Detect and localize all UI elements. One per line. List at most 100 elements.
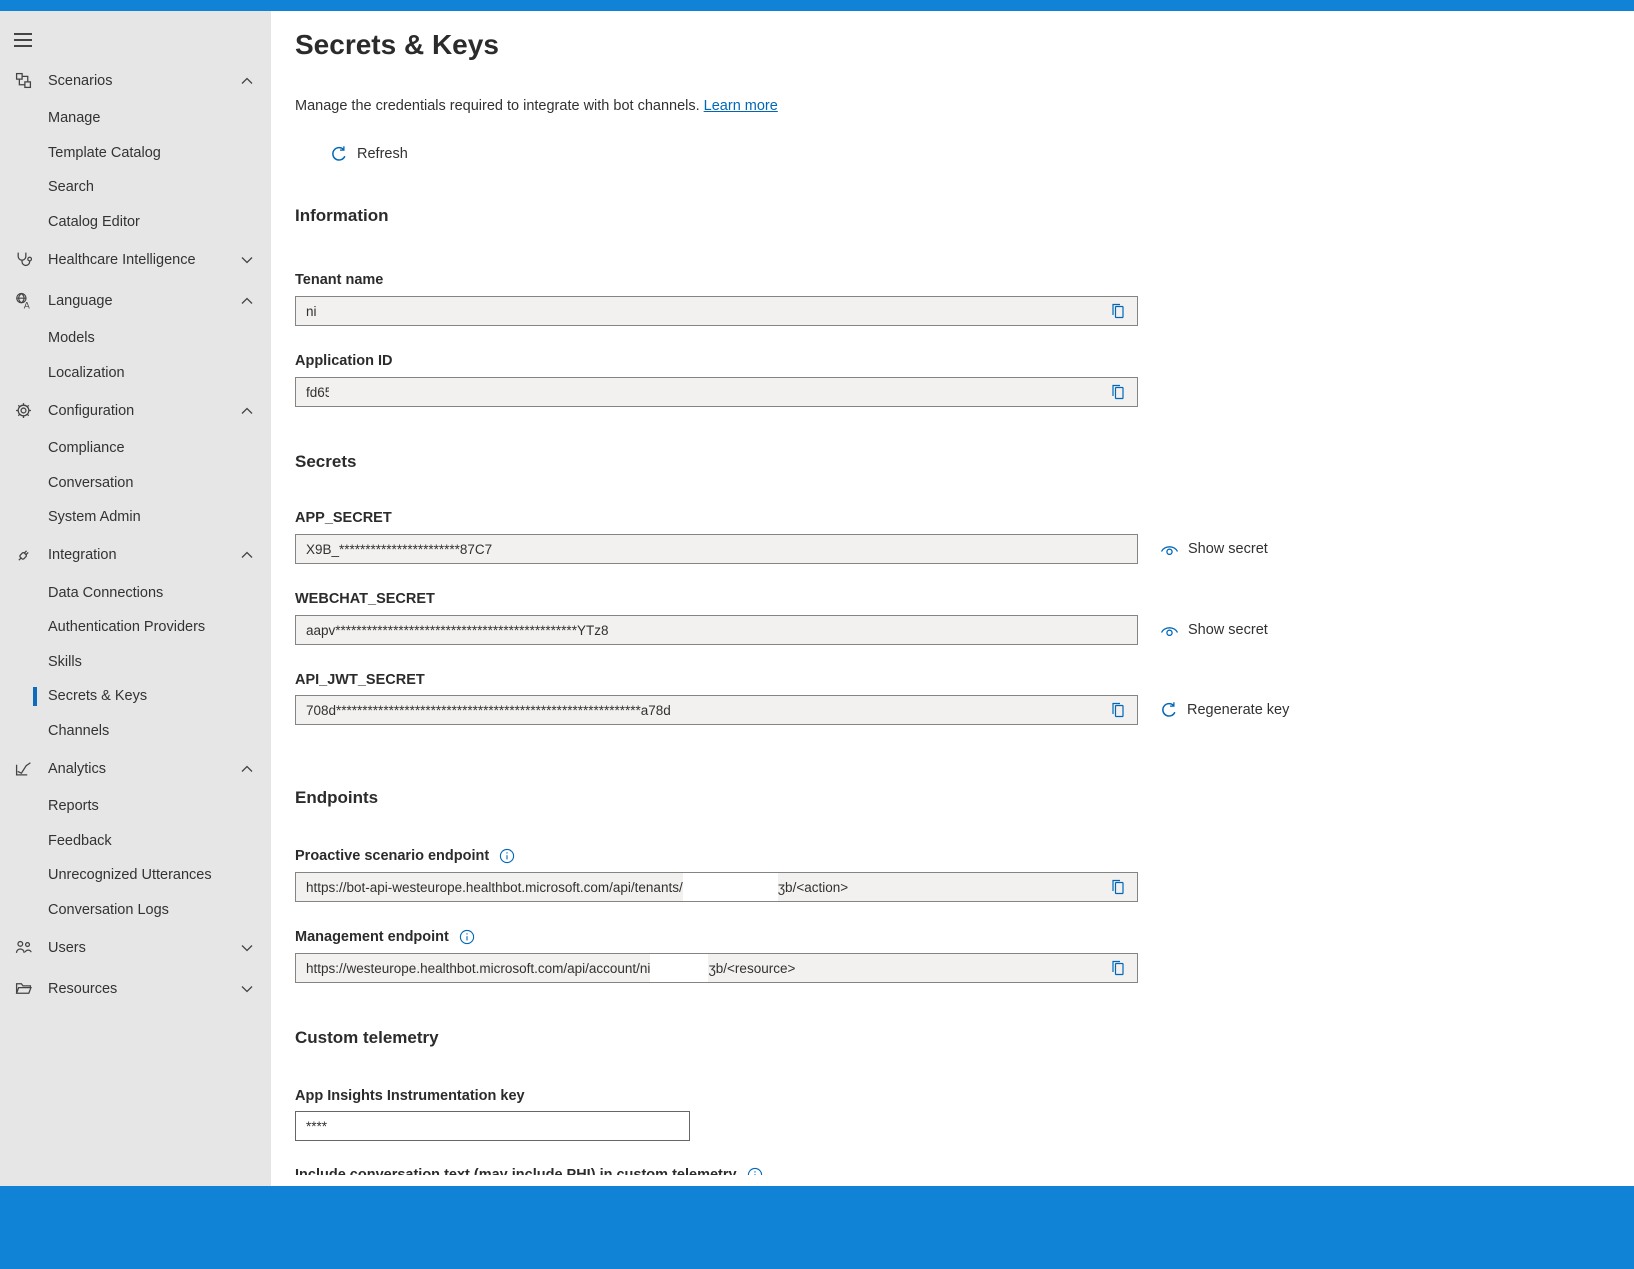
api-jwt-secret-input[interactable]: 708d************************************… [295,695,1138,725]
description-text: Manage the credentials required to integ… [295,98,700,114]
copy-icon[interactable] [1109,959,1127,977]
management-endpoint-input[interactable]: https://westeurope.healthbot.microsoft.c… [295,953,1138,983]
application-id-label: Application ID [295,352,1634,370]
management-endpoint-label: Management endpoint [295,928,1634,946]
sidebar-item-healthcare-intelligence[interactable]: Healthcare Intelligence [0,239,271,280]
proactive-endpoint-prefix: https://bot-api-westeurope.healthbot.mic… [306,880,683,895]
sidebar-item-label: Data Connections [48,585,163,601]
sidebar-item-language[interactable]: A Language [0,280,271,321]
svg-text:A: A [24,300,30,309]
analytics-chart-icon [15,760,32,777]
copy-icon[interactable] [1109,383,1127,401]
sidebar-item-search[interactable]: Search [0,170,271,205]
sidebar-item-channels[interactable]: Channels [0,714,271,749]
application-id-input[interactable]: fd65 [295,377,1138,407]
sidebar-item-label: Search [48,179,94,195]
sidebar-item-manage[interactable]: Manage [0,101,271,136]
sidebar-item-data-connections[interactable]: Data Connections [0,576,271,611]
sidebar-item-label: Integration [48,547,117,563]
copy-icon[interactable] [1109,701,1127,719]
info-icon[interactable] [747,1167,763,1175]
learn-more-link[interactable]: Learn more [704,98,778,114]
webchat-secret-input[interactable]: aapv************************************… [295,615,1138,645]
sidebar-item-label: Reports [48,798,99,814]
sidebar-item-reports[interactable]: Reports [0,789,271,824]
section-heading-information: Information [295,205,1634,227]
stethoscope-icon [15,251,32,268]
top-accent-bar [0,0,1634,11]
sidebar-item-label: Language [48,293,113,309]
info-icon[interactable] [499,848,515,864]
tenant-name-value: ni [306,304,317,319]
users-icon [15,939,32,956]
proactive-endpoint-input[interactable]: https://bot-api-westeurope.healthbot.mic… [295,872,1138,902]
regenerate-key-button[interactable]: Regenerate key [1160,701,1289,719]
section-heading-custom-telemetry: Custom telemetry [295,1027,1634,1049]
info-icon[interactable] [459,929,475,945]
sidebar-item-label: Healthcare Intelligence [48,252,196,268]
app-insights-key-input[interactable]: **** [295,1111,690,1141]
show-secret-button[interactable]: Show secret [1160,622,1268,638]
sidebar-item-compliance[interactable]: Compliance [0,431,271,466]
sidebar-item-configuration[interactable]: Configuration [0,390,271,431]
sidebar-item-authentication-providers[interactable]: Authentication Providers [0,610,271,645]
webchat-secret-label: WEBCHAT_SECRET [295,590,1634,608]
sidebar-item-feedback[interactable]: Feedback [0,824,271,859]
sidebar-item-analytics[interactable]: Analytics [0,748,271,789]
app-insights-key-value: **** [306,1119,327,1134]
sidebar-nav: Scenarios Manage Template Catalog Search… [0,60,271,1009]
refresh-icon [330,145,348,163]
sidebar-item-label: Feedback [48,833,112,849]
management-endpoint-label-text: Management endpoint [295,928,449,946]
sidebar-item-label: Manage [48,110,100,126]
show-secret-button[interactable]: Show secret [1160,541,1268,557]
sidebar-item-catalog-editor[interactable]: Catalog Editor [0,205,271,240]
sidebar-item-label: Models [48,330,95,346]
sidebar-item-models[interactable]: Models [0,321,271,356]
sidebar-item-label: Secrets & Keys [48,688,147,704]
hamburger-menu-icon[interactable] [14,33,32,47]
app-secret-label: APP_SECRET [295,509,1634,527]
sidebar-item-scenarios[interactable]: Scenarios [0,60,271,101]
sidebar-item-label: Users [48,940,86,956]
sidebar-item-system-admin[interactable]: System Admin [0,500,271,535]
folder-icon [15,980,32,997]
redaction-block [650,954,708,982]
copy-icon[interactable] [1109,878,1127,896]
sidebar-item-users[interactable]: Users [0,927,271,968]
sidebar-item-label: Channels [48,723,109,739]
copy-icon[interactable] [1109,302,1127,320]
refresh-label: Refresh [357,146,408,162]
sidebar-item-secrets-and-keys[interactable]: Secrets & Keys [0,679,271,714]
refresh-button[interactable]: Refresh [330,145,408,163]
section-heading-secrets: Secrets [295,451,1634,473]
main-content: Secrets & Keys Manage the credentials re… [271,11,1634,1175]
chevron-up-icon [241,765,253,773]
sidebar-item-resources[interactable]: Resources [0,968,271,1009]
sidebar-item-conversation[interactable]: Conversation [0,466,271,501]
app-insights-key-label: App Insights Instrumentation key [295,1087,1634,1105]
sidebar-item-localization[interactable]: Localization [0,356,271,391]
page-title: Secrets & Keys [295,27,1634,63]
sidebar-item-label: Unrecognized Utterances [48,867,212,883]
application-id-value: fd6 [306,385,325,400]
chevron-up-icon [241,297,253,305]
app-secret-input[interactable]: X9B_***********************87C7 [295,534,1138,564]
chevron-down-icon [241,944,253,952]
chevron-up-icon [241,551,253,559]
sidebar-item-integration[interactable]: Integration [0,535,271,576]
sidebar-item-unrecognized-utterances[interactable]: Unrecognized Utterances [0,858,271,893]
management-endpoint-prefix: https://westeurope.healthbot.microsoft.c… [306,961,650,976]
sidebar-item-label: Conversation Logs [48,902,169,918]
sidebar-item-conversation-logs[interactable]: Conversation Logs [0,893,271,928]
sidebar-item-label: Scenarios [48,73,112,89]
regenerate-icon [1160,701,1178,719]
sidebar-item-label: Analytics [48,761,106,777]
proactive-endpoint-suffix: ʒb/<action> [778,880,848,895]
sidebar-item-label: Configuration [48,403,134,419]
tenant-name-input[interactable]: ni [295,296,1138,326]
sidebar-item-label: System Admin [48,509,141,525]
sidebar-item-template-catalog[interactable]: Template Catalog [0,136,271,171]
show-secret-label: Show secret [1188,622,1268,638]
sidebar-item-skills[interactable]: Skills [0,645,271,680]
